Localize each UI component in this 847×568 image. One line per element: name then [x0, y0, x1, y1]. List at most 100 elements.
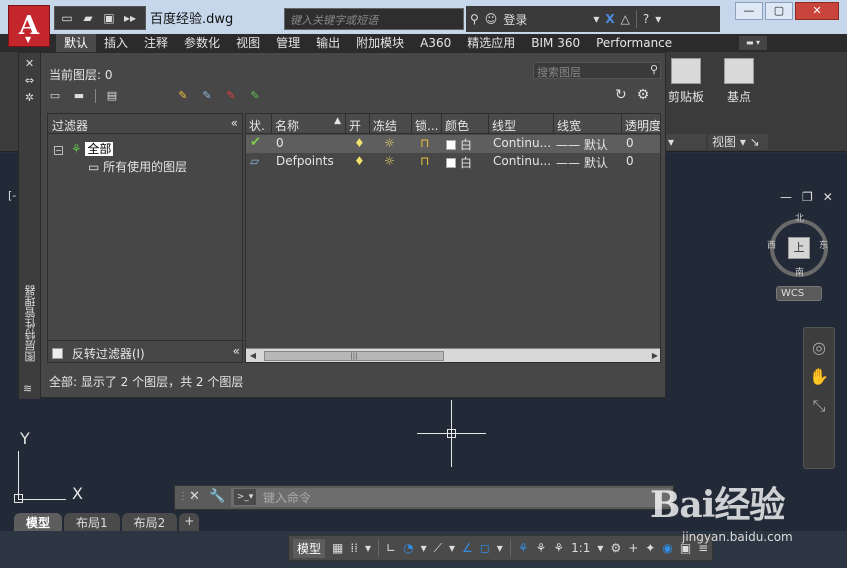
compass-south[interactable]: 南	[795, 265, 804, 278]
layer-lineweight[interactable]: —— 默认	[556, 154, 608, 171]
ribbon-tab[interactable]: 参数化	[176, 34, 228, 52]
col-freeze[interactable]: 冻结	[370, 114, 412, 134]
binoculars-icon[interactable]: ⚲	[470, 12, 479, 26]
lightbulb-on-icon[interactable]: ♦	[354, 154, 365, 168]
new-layer-icon[interactable]: ✎	[175, 89, 191, 103]
viewcube-top-face[interactable]: 上	[788, 237, 810, 259]
object-snap-tracking-icon[interactable]: ∠	[462, 541, 473, 555]
properties-icon[interactable]: ✲	[19, 91, 40, 104]
clipboard-panel-footer[interactable]: ▾	[664, 134, 706, 150]
viewport-close-icon[interactable]: ✕	[823, 190, 833, 204]
minimize-button[interactable]: —	[735, 2, 763, 20]
layer-states-manager-icon[interactable]: ▤	[104, 89, 120, 103]
settings-gear-icon[interactable]: ⚙	[637, 87, 650, 103]
compass-west[interactable]: 西	[767, 238, 776, 251]
col-transparency[interactable]: 透明度	[622, 114, 660, 134]
unlocked-icon[interactable]: ⊓	[420, 154, 429, 168]
object-snap-icon[interactable]: ◻	[480, 541, 490, 555]
auto-scale-icon[interactable]: ⚘	[536, 541, 547, 555]
osnap-dropdown-icon[interactable]: ▾	[497, 541, 503, 555]
annotation-scale-icon[interactable]: ⚘	[553, 541, 564, 555]
save-icon[interactable]: ▣	[100, 9, 118, 27]
layer-lineweight[interactable]: —— 默认	[556, 136, 608, 153]
ribbon-tab[interactable]: Performance	[588, 34, 680, 52]
polar-tracking-icon[interactable]: ◔	[403, 541, 413, 555]
zoom-extents-icon[interactable]: ⤡	[804, 396, 834, 416]
ribbon-tab[interactable]: 默认	[56, 34, 97, 52]
close-button[interactable]: ✕	[795, 2, 839, 20]
col-lock[interactable]: 锁...	[412, 114, 442, 134]
lightbulb-on-icon[interactable]: ♦	[354, 136, 365, 150]
annotation-monitor-icon[interactable]: +	[628, 541, 638, 555]
clipboard-button[interactable]: 剪贴板	[664, 58, 708, 105]
pan-hand-icon[interactable]: ✋	[804, 367, 834, 386]
layer-linetype[interactable]: Continu...	[493, 154, 551, 168]
close-icon[interactable]: ✕	[19, 57, 40, 70]
ribbon-tab[interactable]: 精选应用	[459, 34, 523, 52]
grid-icon[interactable]: ▦	[332, 541, 343, 555]
layer-linetype[interactable]: Continu...	[493, 136, 551, 150]
close-icon[interactable]: ✕	[189, 489, 200, 504]
new-layer-vp-frozen-icon[interactable]: ✎	[199, 89, 215, 103]
collapse-icon[interactable]: «	[231, 116, 238, 130]
tab-layout1[interactable]: 布局1	[64, 513, 120, 531]
tree-item-all[interactable]: − ⚘ 全部	[54, 140, 114, 157]
isodraft-dropdown-icon[interactable]: ▾	[449, 541, 455, 555]
scroll-left-icon[interactable]: ◀	[246, 349, 260, 362]
login-dropdown-icon[interactable]: ▾	[593, 12, 599, 26]
command-prompt-icon[interactable]: >_▾	[234, 489, 256, 505]
layer-color[interactable]: 白	[446, 154, 472, 171]
search-icon[interactable]: ⚲	[650, 63, 658, 76]
invert-filter-checkbox[interactable]	[52, 348, 63, 359]
ortho-icon[interactable]: ∟	[386, 541, 396, 555]
view-panel-footer[interactable]: 视图 ▾ ↘	[708, 134, 768, 150]
scale-dropdown-icon[interactable]: ▾	[597, 541, 603, 555]
layer-row[interactable]: ✔ 0 ♦ ☼ ⊓ 白 Continu... —— 默认 0	[246, 135, 660, 153]
ribbon-minimize-icon[interactable]: ▬ ▾	[739, 36, 767, 50]
help-icon[interactable]: ?	[643, 12, 649, 26]
isodraft-icon[interactable]: ⟋	[434, 541, 442, 556]
help-dropdown-icon[interactable]: ▾	[655, 12, 661, 26]
col-color[interactable]: 颜色	[442, 114, 489, 134]
new-group-filter-icon[interactable]: ▬	[71, 89, 87, 103]
compass-north[interactable]: 北	[795, 211, 804, 224]
sun-thawed-icon[interactable]: ☼	[384, 136, 395, 150]
collapse-icon[interactable]: «	[233, 344, 240, 358]
ribbon-tab[interactable]: 输出	[308, 34, 348, 52]
layer-name[interactable]: 0	[276, 136, 284, 150]
maximize-button[interactable]: ▢	[765, 2, 793, 20]
login-button[interactable]: 登录	[503, 11, 527, 28]
layer-row[interactable]: ▱ Defpoints ♦ ☼ ⊓ 白 Continu... —— 默认 0	[246, 153, 660, 171]
scroll-thumb[interactable]: |||	[264, 351, 444, 361]
ribbon-tab[interactable]: A360	[412, 34, 459, 52]
help-search-input[interactable]: 键入关键字或短语	[284, 8, 464, 30]
col-linetype[interactable]: 线型	[489, 114, 554, 134]
col-lineweight[interactable]: 线宽	[554, 114, 622, 134]
compass-east[interactable]: 东	[819, 238, 828, 251]
col-status[interactable]: 状.	[246, 114, 272, 134]
a360-icon[interactable]: △	[621, 12, 630, 26]
layer-transparency[interactable]: 0	[626, 136, 634, 150]
sun-thawed-icon[interactable]: ☼	[384, 154, 395, 168]
layer-color[interactable]: 白	[446, 136, 472, 153]
annotation-scale-value[interactable]: 1:1	[571, 541, 590, 555]
application-menu-button[interactable]: A ▼	[8, 5, 50, 47]
ribbon-tab[interactable]: BIM 360	[523, 34, 588, 52]
workspace-gear-icon[interactable]: ⚙	[610, 541, 621, 555]
polar-dropdown-icon[interactable]: ▾	[421, 541, 427, 555]
exchange-icon[interactable]: X	[605, 12, 614, 26]
auto-hide-icon[interactable]: ⇔	[19, 74, 40, 87]
horizontal-scrollbar[interactable]: ◀ ||| ▶	[246, 348, 660, 362]
add-layout-icon[interactable]: +	[179, 513, 200, 531]
ribbon-tab[interactable]: 视图	[228, 34, 268, 52]
snap-icon[interactable]: ⁞⁞	[350, 541, 358, 555]
viewport-minimize-icon[interactable]: —	[780, 190, 792, 204]
collapse-toggle-icon[interactable]: −	[54, 146, 63, 155]
ribbon-tab[interactable]: 管理	[268, 34, 308, 52]
annotation-visibility-icon[interactable]: ⚘	[518, 541, 529, 555]
more-tools-icon[interactable]: ▸▸	[121, 9, 139, 27]
viewport-restore-icon[interactable]: ❐	[802, 190, 813, 204]
command-input[interactable]: >_▾ 键入命令	[231, 488, 671, 507]
base-point-button[interactable]: 基点	[714, 58, 764, 105]
col-on[interactable]: 开	[346, 114, 370, 134]
